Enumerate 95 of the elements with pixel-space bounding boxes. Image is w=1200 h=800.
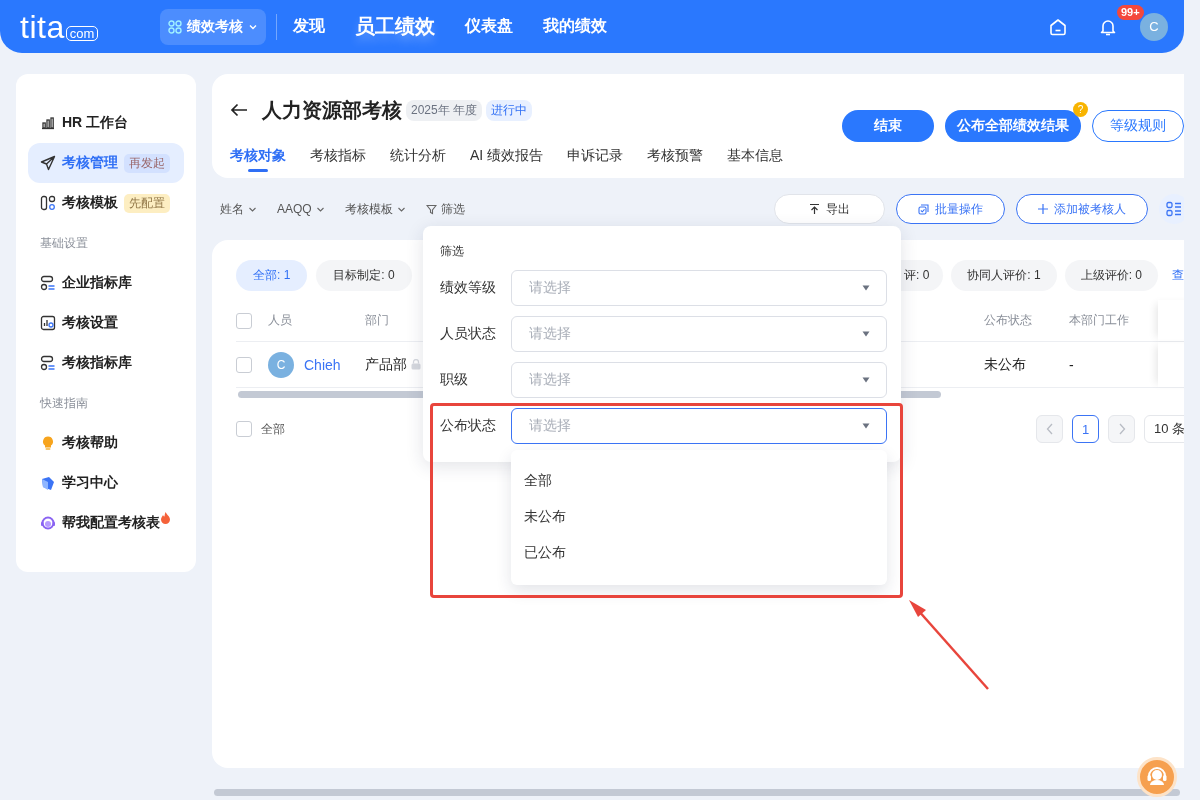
home-icon <box>1048 16 1068 37</box>
action-button[interactable]: 等级规则 <box>1092 110 1184 142</box>
upload-icon <box>809 203 820 215</box>
add-button[interactable]: 添加被考核人 <box>1016 194 1148 224</box>
previous-page-button[interactable] <box>1036 415 1063 443</box>
field-label: 人员状态 <box>440 325 497 343</box>
user-avatar: C <box>268 351 294 378</box>
apps-icon <box>168 19 182 34</box>
field-label: 职级 <box>440 371 469 389</box>
section-label: 快速指南 <box>39 395 89 412</box>
tab[interactable]: 申诉记录 <box>567 147 624 171</box>
page-size-select[interactable]: 10 条 <box>1144 415 1184 443</box>
tab[interactable]: 考核指标 <box>310 147 366 171</box>
view-link[interactable]: 查 <box>1172 267 1184 284</box>
table-cell: 未公布 <box>984 355 1026 374</box>
sidebar-item[interactable]: 帮我配置考核表 <box>28 503 184 543</box>
field-label: 绩效等级 <box>440 279 497 297</box>
filter-button[interactable]: 筛选 <box>425 200 465 218</box>
bar-chart-icon <box>40 115 56 131</box>
popup-title: 筛选 <box>440 243 465 260</box>
status-chip[interactable]: 协同人评价: 1 <box>951 260 1057 291</box>
table-cell: 产品部 <box>365 355 407 374</box>
list-icon <box>40 355 56 371</box>
sidebar-item[interactable]: 学习中心 <box>28 463 184 503</box>
filter-dropdown[interactable]: 姓名 <box>220 200 257 218</box>
action-button[interactable]: 结束 <box>842 110 934 142</box>
nav-link[interactable]: 仪表盘 <box>465 16 513 37</box>
nav-link[interactable]: 员工绩效 <box>355 13 435 40</box>
tag-label: 先配置 <box>124 193 170 213</box>
scrollbar-thumb[interactable] <box>214 789 1180 796</box>
status-tag: 进行中 <box>486 99 533 121</box>
page-title: 人力资源部考核 <box>262 97 402 123</box>
status-chip[interactable]: 全部: 1 <box>236 260 308 291</box>
sidebar-item[interactable]: 考核帮助 <box>28 423 184 463</box>
sidebar-item[interactable]: 考核指标库 <box>28 343 184 383</box>
view-toggle-button[interactable] <box>1159 194 1184 224</box>
logo-text: tita <box>20 10 65 43</box>
status-chip[interactable]: 上级评价: 0 <box>1064 260 1158 291</box>
caret-icon <box>862 377 870 383</box>
list-view-icon <box>1166 201 1182 217</box>
template-icon <box>40 195 56 211</box>
dropdown-option[interactable]: 未公布 <box>511 498 887 534</box>
batch-button[interactable]: 批量操作 <box>896 194 1005 224</box>
chart-settings-icon <box>40 315 56 331</box>
notification-badge: 99+ <box>1117 4 1144 20</box>
tab[interactable]: AI 绩效报告 <box>470 147 544 171</box>
nav-link[interactable]: 发现 <box>293 16 325 37</box>
funnel-icon <box>425 203 437 215</box>
checkbox[interactable] <box>236 421 252 437</box>
sidebar-item[interactable]: 考核模板 先配置 <box>28 183 184 223</box>
nav-link[interactable]: 我的绩效 <box>543 16 607 37</box>
tab[interactable]: 统计分析 <box>390 147 446 171</box>
page-button[interactable]: 1 <box>1072 415 1099 443</box>
column-header: 人员 <box>268 312 292 329</box>
table-cell: - <box>1069 356 1074 373</box>
column-header: 公布状态 <box>984 312 1032 329</box>
filter-dropdown[interactable]: 考核模板 <box>344 200 406 218</box>
filter-dropdown[interactable]: AAQQ <box>277 200 325 218</box>
checklist-icon <box>918 203 929 215</box>
logo-suffix: com <box>65 25 99 41</box>
list-icon <box>40 275 56 291</box>
sidebar-item[interactable]: 考核管理 再发起 <box>28 143 184 183</box>
checkbox[interactable] <box>236 356 252 373</box>
status-chip[interactable]: 目标制定: 0 <box>316 260 412 291</box>
export-button[interactable]: 导出 <box>774 194 885 224</box>
person-link[interactable]: Chieh <box>304 356 341 373</box>
action-button[interactable]: 公布全部绩效结果 <box>945 110 1081 142</box>
field-label: 公布状态 <box>440 417 497 435</box>
dropdown-option[interactable]: 已公布 <box>511 534 887 570</box>
select-all-label: 全部 <box>261 420 285 438</box>
tab[interactable]: 基本信息 <box>727 147 784 171</box>
period-tag: 2025年 年度 <box>406 99 483 121</box>
column-header: 本部门工作 <box>1069 312 1129 329</box>
paper-plane-icon <box>40 155 56 171</box>
lightbulb-icon <box>40 435 56 451</box>
caret-icon <box>862 331 870 337</box>
book-icon <box>40 475 56 491</box>
sidebar-item[interactable]: 考核设置 <box>28 303 184 343</box>
dropdown-option[interactable]: 全部 <box>511 462 887 498</box>
sidebar-item[interactable]: HR 工作台 <box>28 103 184 143</box>
tab[interactable]: 考核对象 <box>230 147 286 171</box>
tag-label: 再发起 <box>124 153 170 173</box>
caret-icon <box>862 285 870 291</box>
section-label: 基础设置 <box>39 235 89 252</box>
headset-icon <box>40 515 56 531</box>
tab[interactable]: 考核预警 <box>647 147 704 171</box>
plus-icon <box>1038 204 1048 214</box>
chevron-left-icon <box>1045 423 1054 435</box>
back-arrow-icon <box>230 103 248 117</box>
caret-icon <box>862 423 870 429</box>
next-page-button[interactable] <box>1108 415 1135 443</box>
chevron-right-icon <box>1117 423 1126 435</box>
checkbox[interactable] <box>236 312 252 329</box>
sidebar-item[interactable]: 企业指标库 <box>28 263 184 303</box>
column-header: 部门 <box>365 312 389 329</box>
